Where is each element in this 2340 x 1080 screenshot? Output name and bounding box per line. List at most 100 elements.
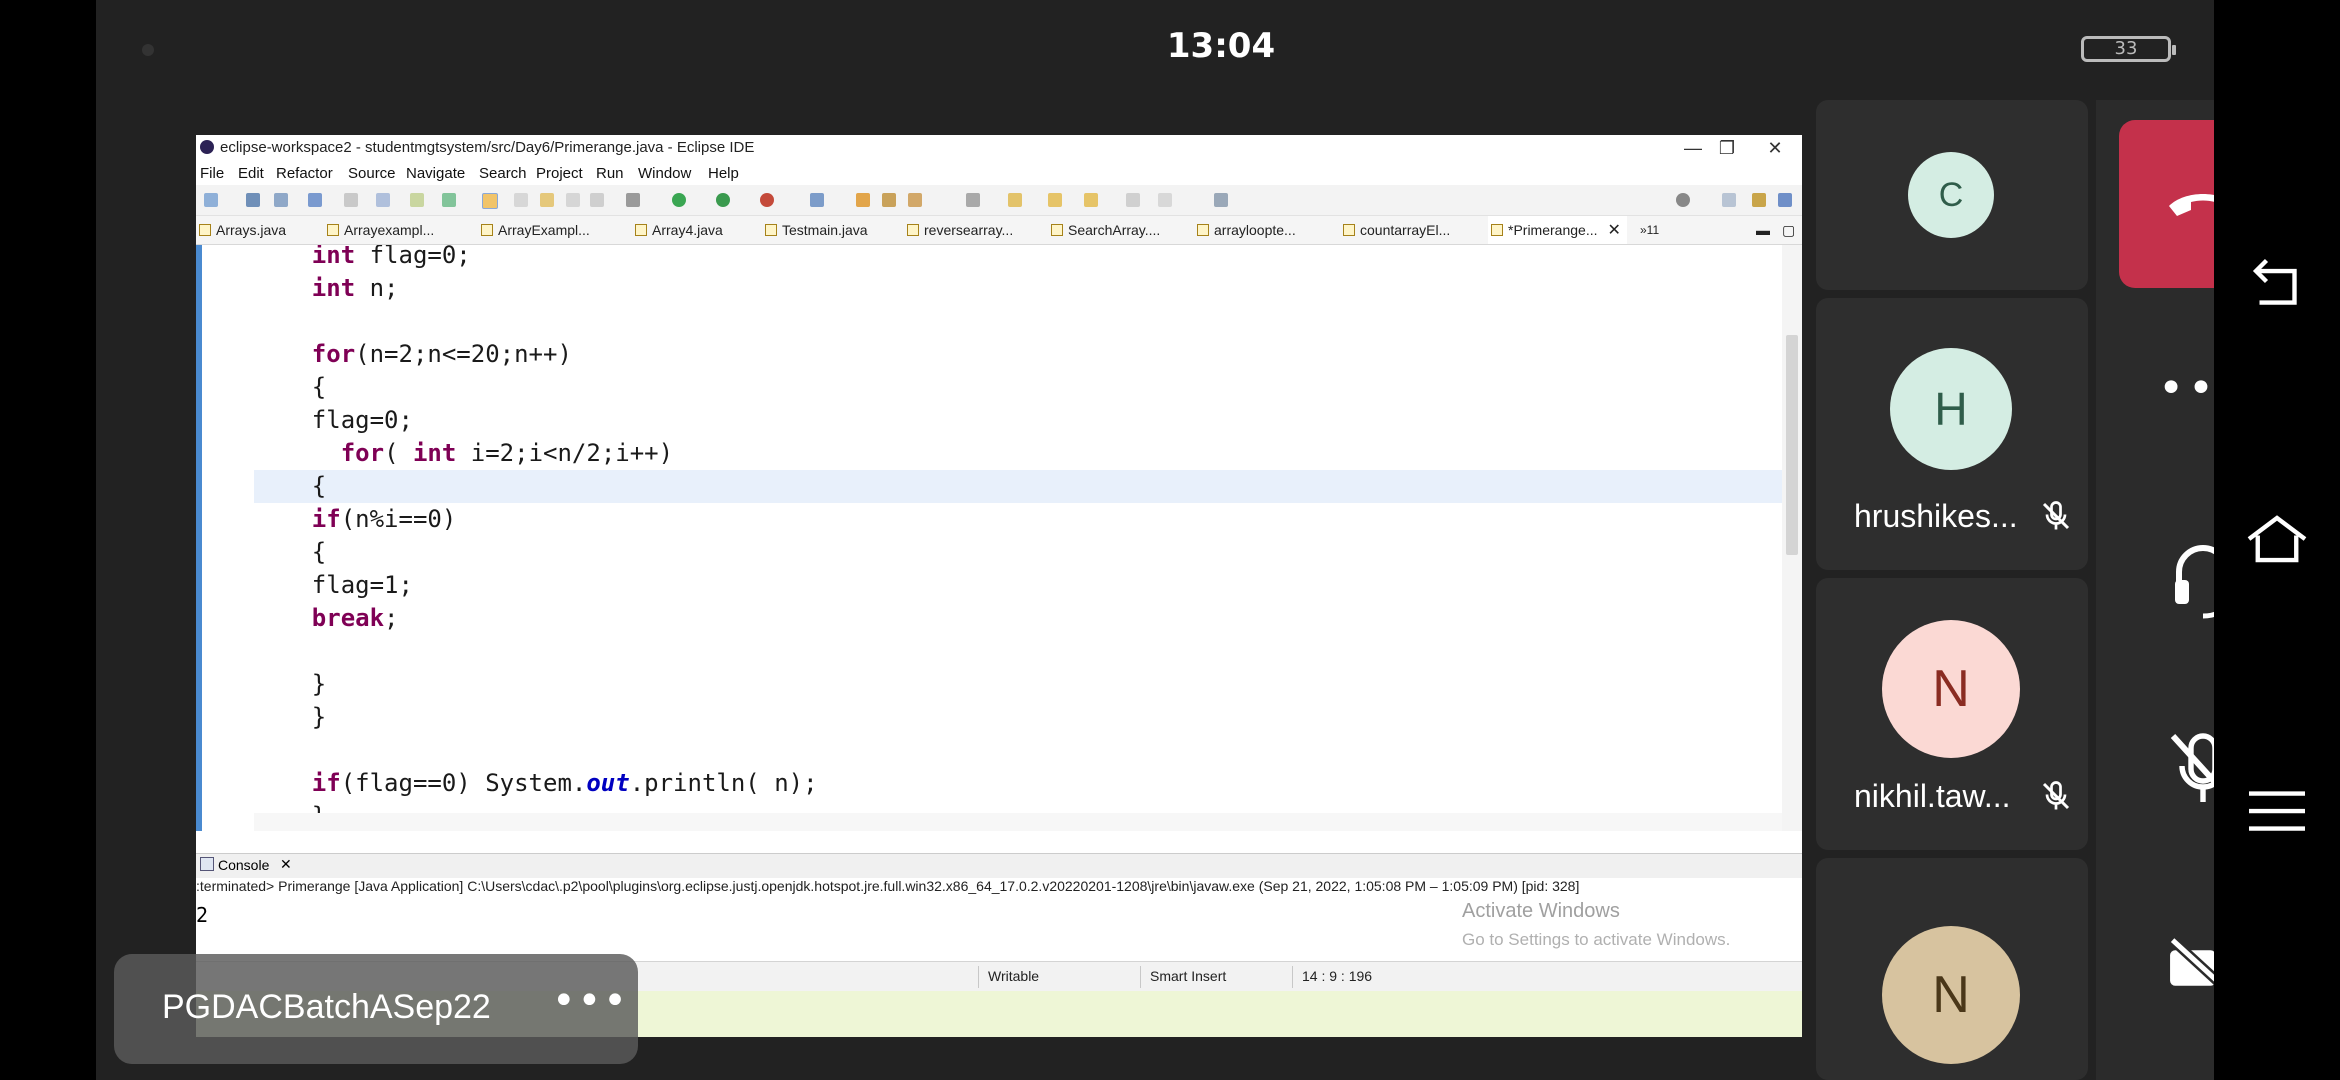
code-editor[interactable]: 7 int flag=0; 8 int n; 9 10 for(n=2;n<=2… [196,245,1802,831]
avatar: H [1890,348,2012,470]
prev-annotation-icon[interactable] [540,193,554,207]
nav-forward-icon[interactable] [1158,193,1172,207]
new-icon[interactable] [204,193,218,207]
mark-icon[interactable] [514,193,528,207]
debug-icon[interactable] [626,193,640,207]
clock: 13:04 [1166,26,1276,66]
maximize-editor-icon[interactable]: ▢ [1782,216,1795,244]
refresh-icon[interactable] [442,193,456,207]
close-tab-icon[interactable]: ✕ [1607,222,1620,239]
code-line: 22 [254,734,1782,767]
run-icon[interactable] [672,193,686,207]
minimize-editor-icon[interactable]: ▬ [1756,216,1770,244]
skip-icon[interactable] [344,193,358,207]
pin-editor-icon[interactable] [1214,193,1228,207]
search-icon[interactable] [1676,193,1690,207]
pilcrow-icon[interactable] [590,193,604,207]
back-icon[interactable] [1048,193,1062,207]
next-annotation-icon[interactable] [566,193,580,207]
java-file-icon [907,224,919,236]
console-tab[interactable]: Console [218,857,269,873]
prev-edit-icon[interactable] [1008,193,1022,207]
eclipse-toolbar [196,185,1802,216]
close-console-icon[interactable]: ✕ [280,856,292,873]
participant-tile[interactable]: N [1816,858,2088,1080]
open-resource-icon[interactable] [882,193,896,207]
menu-window[interactable]: Window [638,165,691,182]
menu-help[interactable]: Help [708,165,739,182]
highlight-icon[interactable] [482,193,498,209]
menu-project[interactable]: Project [536,165,583,182]
code-line: 13 for( int i=2;i<n/2;i++) [340,439,674,467]
next-edit-icon[interactable] [966,193,980,207]
code-line: 23 if(flag==0) System.out.println( n); [311,769,818,797]
tab-arrayexampl-2[interactable]: ArrayExampl... [478,216,590,244]
forward-icon[interactable] [1084,193,1098,207]
meeting-more-icon[interactable]: ••• [552,978,629,1024]
tab-reversearray[interactable]: reversearray... [904,216,1013,244]
java-perspective-icon[interactable] [1778,193,1792,207]
line-number-gutter [202,245,254,831]
java-file-icon [481,224,493,236]
menu-navigate[interactable]: Navigate [406,165,465,182]
console-process-info: :terminated> Primerange [Java Applicatio… [196,878,1580,894]
back-icon [2252,258,2297,305]
search-tool-icon[interactable] [908,193,922,207]
home-button[interactable] [2242,504,2312,574]
menu-bar: File Edit Refactor Source Navigate Searc… [196,161,1802,185]
build-icon[interactable] [410,193,424,207]
code-line: 21 } [254,703,327,731]
tab-primerange[interactable]: *Primerange... ✕ [1488,216,1627,244]
tab-arrayloopte[interactable]: arrayloopte... [1194,216,1296,244]
window-title: eclipse-workspace2 - studentmgtsystem/sr… [220,139,755,156]
toggle-icon[interactable] [376,193,390,207]
restore-button[interactable]: ❐ [1704,135,1750,161]
java-ee-perspective-icon[interactable] [1752,193,1766,207]
participant-tile[interactable]: N nikhil.taw... [1816,578,2088,850]
shared-screen: eclipse-workspace2 - studentmgtsystem/sr… [196,135,1802,1037]
tab-overflow[interactable]: »11 [1636,216,1659,244]
console-icon [200,857,214,871]
tab-arrayexampl-1[interactable]: Arrayexampl... [324,216,434,244]
status-bar: 13:04 33 [96,0,2214,100]
tab-arrays[interactable]: Arrays.java [196,216,286,244]
meeting-info-pill[interactable]: PGDACBatchASep22 ••• [114,954,638,1064]
code-area[interactable]: 7 int flag=0; 8 int n; 9 10 for(n=2;n<=2… [254,245,1782,831]
close-window-button[interactable]: ✕ [1752,135,1798,161]
menu-file[interactable]: File [200,165,224,182]
code-line: 12 flag=0; [254,406,413,434]
menu-button[interactable] [2242,776,2312,846]
camera-dot [142,44,154,56]
menu-edit[interactable]: Edit [238,165,264,182]
editor-horizontal-scrollbar[interactable] [254,813,1782,831]
code-line: 15 if(n%i==0) [311,505,457,533]
menu-refactor[interactable]: Refactor [276,165,333,182]
external-tools-icon[interactable] [760,193,774,207]
battery-icon: 33 [2081,36,2176,62]
new-class-icon[interactable] [810,193,824,207]
writable-status: Writable [988,968,1040,984]
nav-back-icon[interactable] [1126,193,1140,207]
tab-testmain[interactable]: Testmain.java [762,216,868,244]
coverage-icon[interactable] [716,193,730,207]
tab-array4[interactable]: Array4.java [632,216,723,244]
menu-search[interactable]: Search [479,165,527,182]
perspective-icon[interactable] [1722,193,1736,207]
scroll-thumb[interactable] [1786,335,1798,555]
participant-tile[interactable]: H hrushikes... [1816,298,2088,570]
avatar-initial: C [1938,176,1964,214]
save-icon[interactable] [246,193,260,207]
menu-run[interactable]: Run [596,165,624,182]
save-all-icon[interactable] [274,193,288,207]
code-line: 7 int flag=0; [311,245,471,269]
tab-countarrayel[interactable]: countarrayEl... [1340,216,1450,244]
tab-searcharray[interactable]: SearchArray.... [1048,216,1160,244]
java-file-icon [1197,224,1209,236]
current-code-line: 14 { [254,470,1782,503]
participant-tile[interactable]: C [1816,100,2088,290]
editor-vertical-scrollbar[interactable] [1782,245,1802,831]
open-type-icon[interactable] [856,193,870,207]
back-button[interactable] [2242,250,2312,320]
console-icon[interactable] [308,193,322,207]
menu-source[interactable]: Source [348,165,396,182]
